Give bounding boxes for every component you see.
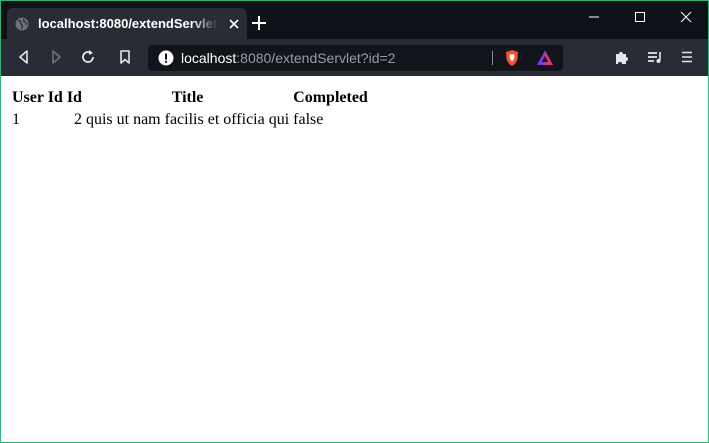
table-row: 1 2 quis ut nam facilis et officia qui f… <box>11 110 369 130</box>
cell-user-id: 1 <box>12 111 20 128</box>
header-completed: Completed <box>293 89 368 106</box>
playlist-icon[interactable] <box>646 48 664 66</box>
forward-icon[interactable] <box>47 48 65 66</box>
address-bar[interactable]: localhost:8080/extendServlet?id=2 <box>148 45 563 71</box>
header-title: Title <box>171 89 204 106</box>
info-icon[interactable] <box>158 50 174 66</box>
bookmark-icon[interactable] <box>116 48 134 66</box>
window-close-icon[interactable] <box>676 7 696 27</box>
cell-id: 2 <box>73 111 82 128</box>
table-header-row: User Id Id Title Completed <box>11 88 369 108</box>
maximize-icon[interactable] <box>630 7 650 27</box>
browser-window: localhost:8080/extendServlet?id=2 <box>0 0 709 443</box>
url-path: :8080/extendServlet?id=2 <box>236 50 396 66</box>
url-host: localhost <box>181 50 237 66</box>
title-bar: localhost:8080/extendServlet?id=2 <box>1 1 708 39</box>
back-icon[interactable] <box>15 48 33 66</box>
tab-title: localhost:8080/extendServlet?id=2 <box>38 16 218 31</box>
globe-icon <box>15 17 29 31</box>
brave-rewards-icon[interactable] <box>536 49 554 67</box>
cell-completed: false <box>293 111 324 128</box>
extensions-icon[interactable] <box>613 48 631 66</box>
url-text[interactable]: localhost:8080/extendServlet?id=2 <box>181 49 395 67</box>
reload-icon[interactable] <box>79 48 97 66</box>
minimize-icon[interactable] <box>584 7 604 27</box>
close-icon[interactable] <box>227 17 241 31</box>
cell-title: quis ut nam facilis et officia qui <box>85 111 290 128</box>
header-user-id: User Id <box>12 89 63 106</box>
new-tab-icon[interactable] <box>251 15 267 31</box>
menu-icon[interactable] <box>678 48 696 66</box>
header-id: Id <box>66 89 82 106</box>
page-content: User Id Id Title Completed 1 2 quis ut n… <box>1 76 708 442</box>
omnibox-separator <box>492 51 493 65</box>
todo-table: User Id Id Title Completed 1 2 quis ut n… <box>9 86 371 132</box>
browser-tab[interactable]: localhost:8080/extendServlet?id=2 <box>7 8 247 39</box>
brave-shields-icon[interactable] <box>503 49 521 67</box>
